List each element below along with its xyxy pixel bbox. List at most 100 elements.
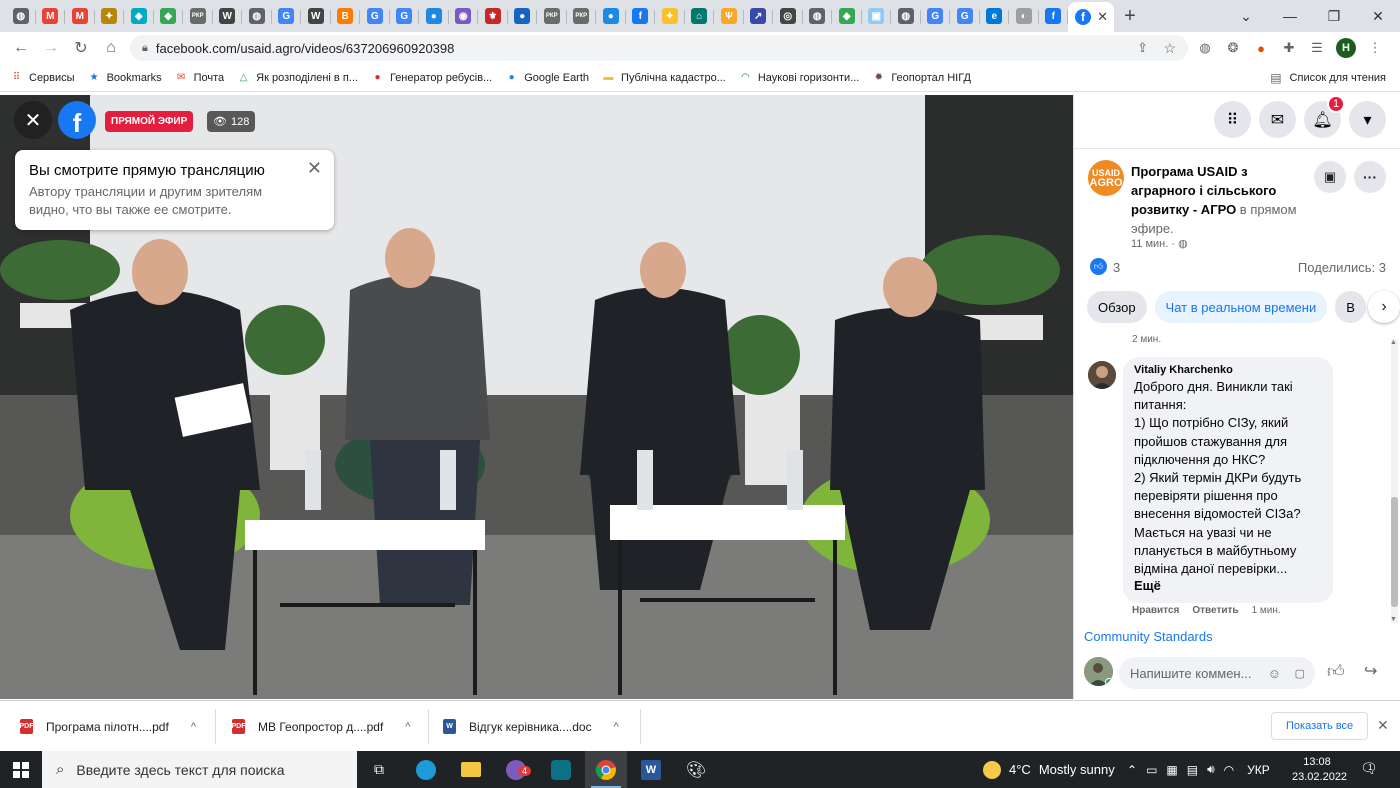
browser-tab[interactable]: ◍	[803, 3, 832, 29]
sticker-icon[interactable]: ▢	[1295, 667, 1305, 680]
notifications-bell-icon[interactable]: 🔔︎ 1	[1304, 95, 1345, 138]
close-notice-icon[interactable]: ✕	[307, 158, 322, 179]
menu-icon[interactable]: ⋮	[1366, 39, 1384, 57]
browser-tab[interactable]: M	[36, 3, 65, 29]
minimize-icon[interactable]: —	[1268, 8, 1312, 24]
profile-avatar[interactable]: Н	[1336, 38, 1356, 58]
browser-tab[interactable]: G	[390, 3, 419, 29]
browser-tab[interactable]: ◍	[242, 3, 272, 29]
volume-icon[interactable]: 🔊︎	[1207, 762, 1215, 777]
browser-tab[interactable]: W	[213, 3, 242, 29]
scrollbar[interactable]: ▲ ▼	[1390, 339, 1398, 623]
show-all-downloads-button[interactable]: Показать все	[1271, 712, 1369, 740]
browser-tab[interactable]: ◉	[449, 3, 478, 29]
paint-icon[interactable]: 🎨︎	[675, 751, 717, 788]
share-icon[interactable]: ↪	[1364, 661, 1377, 681]
browser-tab[interactable]: ◈	[124, 3, 154, 29]
account-caret-icon[interactable]: ▾	[1349, 101, 1386, 138]
chevron-up-icon[interactable]: ^	[614, 721, 619, 733]
browser-tab[interactable]: M	[65, 3, 95, 29]
address-bar[interactable]: 🔒︎ facebook.com/usaid.agro/videos/637206…	[130, 35, 1188, 61]
browser-tab[interactable]: ⚜	[478, 3, 508, 29]
browser-tab[interactable]: ▣	[862, 3, 891, 29]
chevron-up-icon[interactable]: ^	[191, 721, 196, 733]
chevron-right-icon[interactable]: ›	[1368, 291, 1400, 323]
browser-tab[interactable]: e	[980, 3, 1009, 29]
bookmark-item[interactable]: ◠ Наукові горизонти...	[739, 71, 859, 84]
language-indicator[interactable]: УКР	[1247, 763, 1270, 777]
comment-input[interactable]: Напишите коммен... ☺ ▢	[1119, 657, 1315, 689]
like-reaction-icon[interactable]: 👍︎	[1090, 258, 1107, 275]
browser-tab[interactable]: ↗	[744, 3, 773, 29]
reading-mode-icon[interactable]: ☰	[1308, 39, 1326, 57]
like-count[interactable]: 3	[1113, 260, 1120, 275]
extension-icon[interactable]: ❂	[1224, 39, 1242, 57]
notification-center-icon[interactable]: 🗨︎ 1	[1360, 760, 1378, 777]
commenter-avatar[interactable]	[1088, 361, 1116, 389]
like-icon[interactable]: 👍︎	[1327, 661, 1345, 682]
browser-tab[interactable]: ✦	[95, 3, 124, 29]
bookmark-item[interactable]: ✉ Почта	[175, 71, 224, 84]
share-count[interactable]: Поделились: 3	[1298, 260, 1386, 275]
task-view-icon[interactable]: ⧉	[358, 751, 400, 788]
tray-app-icon[interactable]: ▦	[1166, 763, 1177, 777]
menu-grid-icon[interactable]: ⠿	[1214, 101, 1251, 138]
translate-icon[interactable]: ◍	[1196, 39, 1214, 57]
share-icon[interactable]: ⇪	[1137, 40, 1148, 56]
bookmark-item[interactable]: △ Як розподілені в п...	[237, 71, 358, 84]
taskbar-search[interactable]: ⌕ Введите здесь текст для поиска	[42, 751, 357, 788]
browser-tab[interactable]: Ѱ	[714, 3, 744, 29]
wifi-icon[interactable]: ◠	[1224, 763, 1234, 777]
close-tab-icon[interactable]: ✕	[1097, 9, 1108, 25]
edge-icon[interactable]	[405, 751, 447, 788]
page-avatar[interactable]: USAID AGRO	[1088, 160, 1124, 196]
weather-widget[interactable]: 4°C Mostly sunny	[983, 751, 1115, 788]
see-more-link[interactable]: Ещё	[1134, 578, 1322, 593]
reload-icon[interactable]: ↻	[66, 38, 96, 58]
close-window-icon[interactable]: ✕	[1356, 8, 1400, 25]
save-icon[interactable]: ▣	[1314, 161, 1346, 193]
browser-tab[interactable]: ◎	[773, 3, 803, 29]
comment-time[interactable]: 1 мин.	[1252, 605, 1281, 616]
browser-tab[interactable]: ◐	[1009, 3, 1039, 29]
like-comment-link[interactable]: Нравится	[1132, 605, 1179, 616]
reading-list[interactable]: ▤ Список для чтения	[1270, 64, 1386, 92]
bookmark-item[interactable]: ● Генератор ребусів...	[371, 71, 492, 84]
browser-tab[interactable]: W	[301, 3, 331, 29]
browser-tab[interactable]: ◍	[6, 3, 36, 29]
reply-link[interactable]: Ответить	[1192, 605, 1238, 616]
lock-icon[interactable]: 🔒︎	[142, 42, 148, 55]
tray-app-icon[interactable]: ▭	[1146, 763, 1157, 777]
browser-tab[interactable]: G	[272, 3, 301, 29]
extension-icon[interactable]: ●	[1252, 39, 1270, 57]
browser-tab[interactable]: ◍	[891, 3, 921, 29]
browser-tab[interactable]: G	[950, 3, 980, 29]
download-item[interactable]: PDF Програма пілотн....pdf ^	[20, 701, 196, 752]
browser-tab[interactable]: ●	[419, 3, 449, 29]
browser-tab[interactable]: РКР	[537, 3, 567, 29]
clock[interactable]: 13:08 23.02.2022	[1292, 755, 1347, 785]
bookmark-item[interactable]: ▬ Публічна кадастро...	[602, 71, 726, 84]
restore-icon[interactable]: ❐	[1312, 8, 1356, 25]
back-icon[interactable]: ←	[6, 39, 36, 57]
bookmark-star-icon[interactable]: ☆	[1163, 40, 1176, 57]
show-hidden-icons[interactable]: ⌃	[1127, 763, 1137, 777]
puzzle-icon[interactable]: ✚	[1280, 39, 1298, 57]
url-text[interactable]: facebook.com/usaid.agro/videos/637206960…	[156, 41, 455, 56]
tab-live-chat[interactable]: Чат в реальном времени	[1154, 291, 1328, 323]
browser-tab[interactable]: РКР	[183, 3, 213, 29]
browser-tab[interactable]: ●	[508, 3, 537, 29]
file-explorer-icon[interactable]	[450, 751, 492, 788]
bookmark-item[interactable]: ★ Bookmarks	[88, 71, 162, 84]
download-item[interactable]: PDF МВ Геопростор д....pdf ^	[232, 701, 410, 752]
messenger-icon[interactable]: ✉	[1259, 101, 1296, 138]
emoji-icon[interactable]: ☺	[1268, 666, 1281, 681]
chevron-up-icon[interactable]: ^	[405, 721, 410, 733]
word-icon[interactable]: W	[630, 751, 672, 788]
download-item[interactable]: W Відгук керівника....doc ^	[443, 701, 619, 752]
browser-tab[interactable]: ◆	[832, 3, 862, 29]
bookmark-item[interactable]: ● Google Earth	[505, 71, 589, 84]
post-time[interactable]: 11 мин. · ◍	[1131, 237, 1188, 250]
browser-tab[interactable]: ◆	[154, 3, 183, 29]
browser-tab[interactable]: G	[360, 3, 390, 29]
